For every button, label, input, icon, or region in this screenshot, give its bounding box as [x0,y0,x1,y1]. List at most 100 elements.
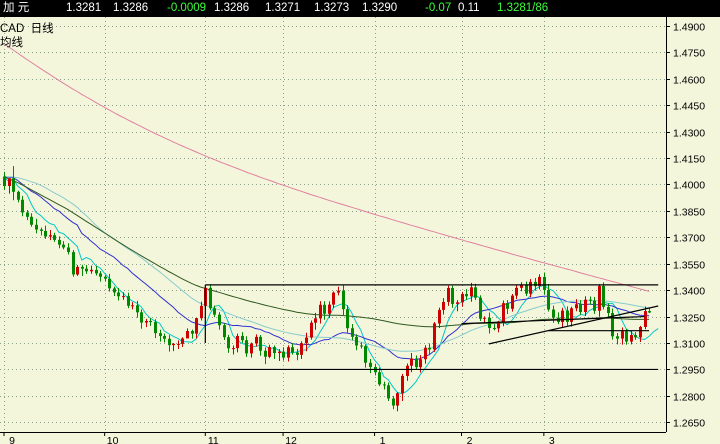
y-tick-label: 1.4150 [673,154,705,166]
y-tick-label: 1.3850 [673,207,705,219]
y-tick-label: 1.2650 [673,418,705,430]
candle-up [172,343,175,346]
y-tick-label: 1.4000 [673,180,705,192]
y-tick-label: 1.4300 [673,128,705,140]
candle-down [35,224,38,230]
candle-down [593,300,596,311]
candle-up [305,337,308,344]
candle-down [547,289,550,310]
y-tick-label: 1.3700 [673,233,705,245]
candle-up [401,375,404,394]
candle-down [465,294,468,297]
candle-up [76,266,79,275]
candle-up [319,304,322,319]
candle-up [181,338,184,344]
candle-down [273,347,276,354]
candle-up [287,347,290,358]
candle-down [387,385,390,399]
candle-down [17,191,20,200]
candle-up [529,281,532,294]
candle-up [442,301,445,310]
candle-up [433,323,436,350]
candle-down [53,235,56,240]
chart-window: 加 元 1.3281 1.3286 -0.0009 1.3286 1.3271 … [0,0,720,444]
candle-up [470,287,473,297]
x-tick-label: 11 [208,435,219,444]
y-tick-label: 1.3550 [673,260,705,272]
candle-down [264,350,267,357]
candle-down [227,337,230,349]
candle-down [72,252,75,275]
candle-down [552,309,555,318]
candle-down [191,331,194,334]
candle-down [323,304,326,314]
candle-down [602,285,605,307]
candle-up [598,285,601,311]
candle-down [3,176,6,186]
candle-up [310,322,313,338]
candle-down [364,346,367,363]
candle-down [493,328,496,330]
y-tick-label: 1.2800 [673,392,705,404]
candle-up [461,294,464,303]
y-tick-label: 1.4450 [673,101,705,113]
candle-down [351,328,354,337]
candle-down [58,239,61,245]
candle-down [163,335,166,339]
candle-down [378,372,381,385]
candle-up [332,292,335,305]
candle-down [525,284,528,294]
x-tick-label: 1 [380,435,386,444]
indicator-name: 均线 [0,37,23,49]
candle-down [634,335,637,338]
candle-up [639,326,642,338]
candle-down [282,351,285,358]
period-label: 日线 [30,23,54,35]
candle-up [236,335,239,349]
candle-down [428,347,431,350]
candle-down [81,266,84,269]
candle-down [218,314,221,326]
candle-down [392,398,395,406]
candle-down [451,288,454,304]
candle-up [396,393,399,406]
candle-up [630,335,633,342]
candle-up [575,304,578,309]
y-tick-label: 1.4900 [673,22,705,34]
candle-up [456,302,459,304]
candle-up [406,365,409,376]
candle-up [410,358,413,366]
moving-averages [3,43,659,395]
x-tick-label: 12 [285,435,297,444]
candle-down [355,336,358,346]
candle-down [213,308,216,315]
x-tick-label: 10 [107,435,119,444]
candle-up [584,299,587,312]
candle-up [255,336,258,344]
candle-down [104,276,107,279]
ma-line-ma-light [3,176,650,352]
candle-up [314,318,317,323]
candle-down [589,299,592,301]
candle-up [195,318,198,334]
candle-down [117,292,120,297]
candle-up [497,322,500,329]
ma-line-ma-long2 [3,43,650,292]
candle-down [21,199,24,213]
candle-up [278,351,281,354]
candle-up [483,317,486,319]
candle-down [369,362,372,367]
candle-down [95,269,98,274]
candle-down [579,304,582,312]
y-tick-label: 1.4600 [673,75,705,87]
candle-down [85,268,88,272]
candle-up [122,296,125,298]
candle-down [360,345,363,347]
candle-down [30,216,33,225]
candle-down [40,229,43,231]
candle-down [154,322,157,334]
candle-down [26,212,29,217]
candle-up [177,343,180,345]
candle-up [8,178,11,186]
chart-canvas: 1.4900 1.4750 1.4600 1.4450 1.4300 1.4150 1.40… [0,17,705,444]
